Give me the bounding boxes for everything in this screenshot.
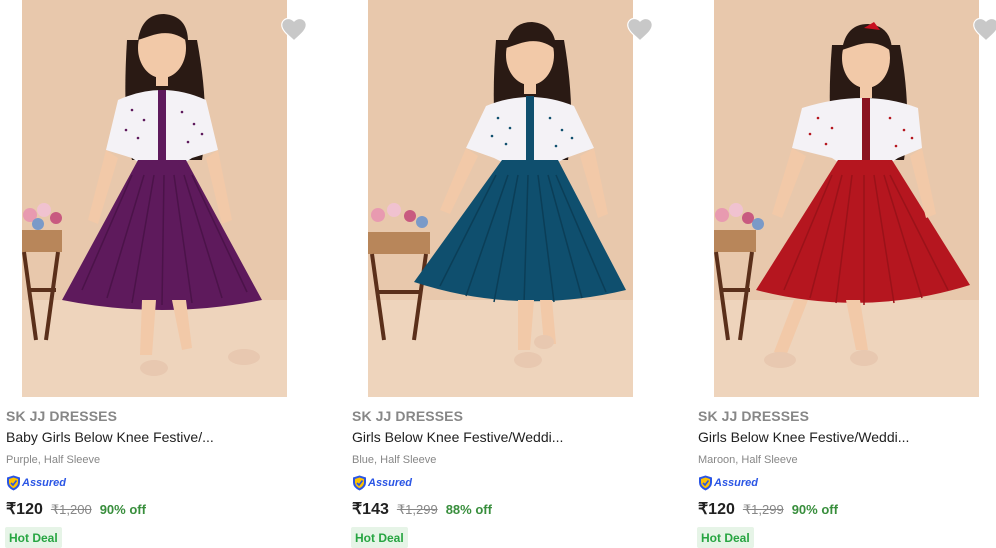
- discount-percent: 90% off: [99, 502, 146, 517]
- assured-badge: Assured: [698, 475, 758, 491]
- product-variant: Purple, Half Sleeve: [6, 454, 101, 466]
- product-card[interactable]: SK JJ DRESSES Baby Girls Below Knee Fest…: [0, 0, 320, 548]
- selling-price: ₹143: [352, 501, 389, 518]
- discount-percent: 90% off: [791, 502, 838, 517]
- price-row: ₹120 ₹1,200 90% off: [6, 499, 146, 519]
- price-row: ₹120 ₹1,299 90% off: [698, 499, 838, 519]
- product-card[interactable]: SK JJ DRESSES Girls Below Knee Festive/W…: [346, 0, 666, 548]
- hot-deal-badge: Hot Deal: [697, 527, 754, 548]
- original-price: ₹1,299: [742, 502, 784, 517]
- hot-deal-badge: Hot Deal: [351, 527, 408, 548]
- product-image[interactable]: [368, 0, 633, 397]
- product-brand: SK JJ DRESSES: [698, 408, 810, 424]
- assured-label: Assured: [368, 477, 413, 489]
- assured-badge: Assured: [6, 475, 66, 491]
- original-price: ₹1,299: [396, 502, 438, 517]
- assured-label: Assured: [22, 477, 67, 489]
- product-variant: Maroon, Half Sleeve: [698, 454, 798, 466]
- shield-icon: [353, 475, 366, 491]
- wishlist-heart-icon[interactable]: [972, 16, 996, 42]
- product-grid: SK JJ DRESSES Baby Girls Below Knee Fest…: [0, 0, 996, 548]
- product-image[interactable]: [714, 0, 979, 397]
- selling-price: ₹120: [6, 501, 43, 518]
- wishlist-heart-icon[interactable]: [280, 16, 308, 42]
- shield-icon: [7, 475, 20, 491]
- hot-deal-badge: Hot Deal: [5, 527, 62, 548]
- assured-badge: Assured: [352, 475, 412, 491]
- selling-price: ₹120: [698, 501, 735, 518]
- product-title[interactable]: Baby Girls Below Knee Festive/...: [6, 429, 316, 445]
- product-image[interactable]: [22, 0, 287, 397]
- product-brand: SK JJ DRESSES: [352, 408, 464, 424]
- shield-icon: [699, 475, 712, 491]
- product-title[interactable]: Girls Below Knee Festive/Weddi...: [352, 429, 662, 445]
- product-brand: SK JJ DRESSES: [6, 408, 118, 424]
- assured-label: Assured: [714, 477, 759, 489]
- discount-percent: 88% off: [445, 502, 492, 517]
- original-price: ₹1,200: [50, 502, 92, 517]
- wishlist-heart-icon[interactable]: [626, 16, 654, 42]
- price-row: ₹143 ₹1,299 88% off: [352, 499, 492, 519]
- product-title[interactable]: Girls Below Knee Festive/Weddi...: [698, 429, 996, 445]
- product-card[interactable]: SK JJ DRESSES Girls Below Knee Festive/W…: [692, 0, 996, 548]
- product-variant: Blue, Half Sleeve: [352, 454, 437, 466]
